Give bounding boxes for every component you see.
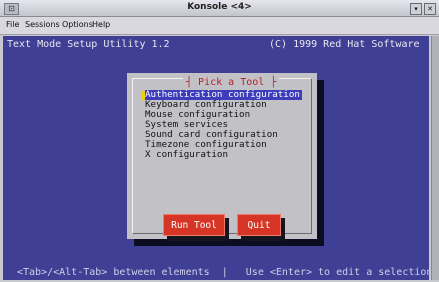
list-item[interactable]: X configuration [145,150,228,160]
help-footer: <Tab>/<Alt-Tab> between elements | Use <… [17,267,429,278]
konsole-window: ⊡ Konsole <4> ▾ ✕ File Sessions Options … [0,0,439,282]
copyright-text: (C) 1999 Red Hat Software [269,39,420,50]
menu-options[interactable]: Options [62,20,93,29]
utility-title: Text Mode Setup Utility 1.2 [7,39,170,50]
window-title: Konsole <4> [187,2,252,12]
dialog-title: ┤ Pick a Tool ├ [183,77,280,88]
terminal-area[interactable]: Text Mode Setup Utility 1.2 (C) 1999 Red… [3,36,429,280]
run-tool-button[interactable]: Run Tool [163,214,225,236]
menu-help[interactable]: Help [92,20,110,29]
dialog-title-text: Pick a Tool [198,77,265,88]
terminal-scrollbar[interactable] [431,36,439,280]
close-icon[interactable]: ✕ [424,3,436,15]
menu-file[interactable]: File [6,20,19,29]
quit-button[interactable]: Quit [237,214,281,236]
minimize-icon[interactable]: ▾ [410,3,422,15]
menu-bar: File Sessions Options Help [0,17,439,35]
title-bar[interactable]: ⊡ Konsole <4> ▾ ✕ [0,0,439,17]
menu-sessions[interactable]: Sessions [25,20,60,29]
